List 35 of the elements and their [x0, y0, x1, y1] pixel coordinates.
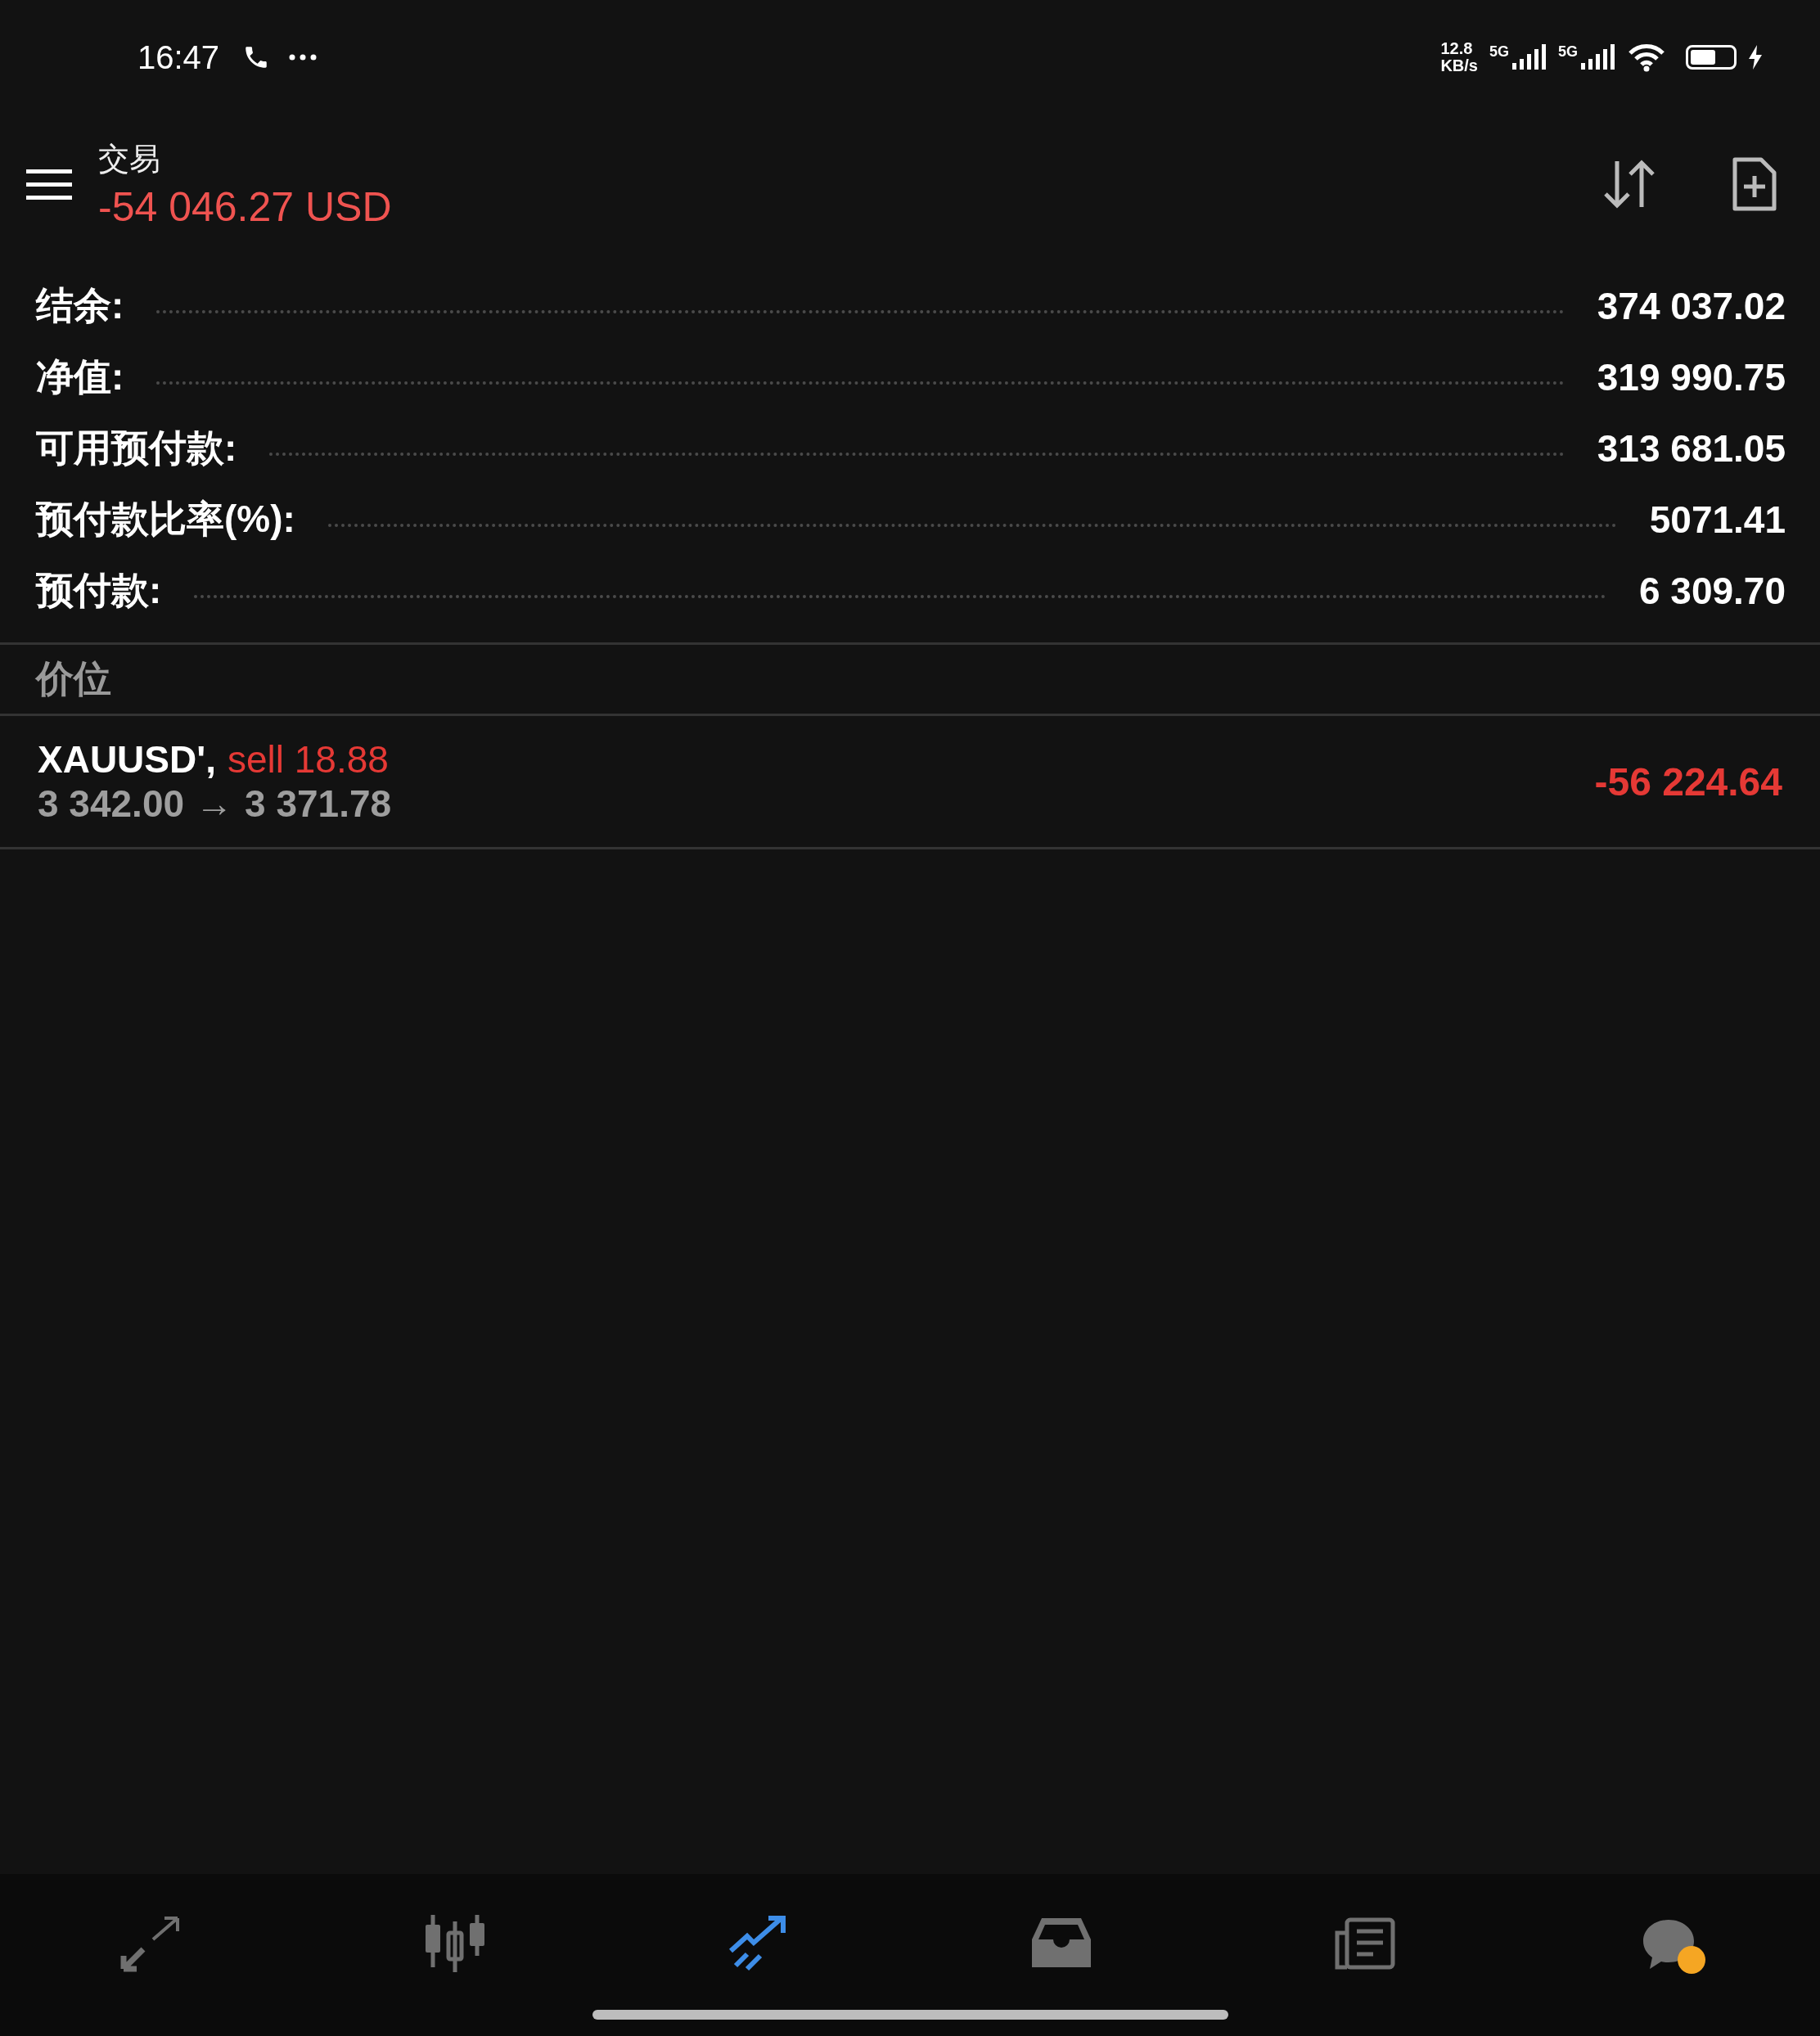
- more-icon: [288, 53, 318, 61]
- summary-value: 374 037.02: [1597, 283, 1786, 328]
- speed-unit: KB/s: [1440, 57, 1478, 74]
- network-type: 5G: [1489, 43, 1509, 61]
- position-side: sell 18.88: [227, 737, 389, 782]
- summary-label: 净值:: [36, 354, 124, 399]
- signal-icon: [1511, 43, 1547, 71]
- new-order-icon[interactable]: [1732, 156, 1777, 212]
- open-price: 3 342.00: [38, 782, 185, 826]
- summary-value: 6 309.70: [1638, 568, 1786, 613]
- section-title: 价位: [36, 656, 111, 701]
- summary-label: 可用预付款:: [36, 425, 237, 471]
- summary-value: 5071.41: [1649, 497, 1786, 542]
- summary-value: 313 681.05: [1597, 426, 1786, 471]
- speed-value: 12.8: [1440, 40, 1474, 57]
- wifi-icon: [1627, 42, 1666, 73]
- summary-label: 预付款比率(%):: [36, 496, 295, 542]
- network-type: 5G: [1558, 43, 1578, 61]
- menu-icon[interactable]: [26, 168, 72, 200]
- position-profit: -56 224.64: [1594, 759, 1782, 804]
- signal-icon: [1579, 43, 1615, 71]
- screen-title: 交易: [98, 140, 161, 178]
- current-price: 3 371.78: [245, 782, 392, 826]
- total-profit: -54 046.27 USD: [98, 182, 393, 231]
- notification-badge: [1677, 1946, 1705, 1974]
- news-icon[interactable]: [1334, 1917, 1396, 1971]
- candlestick-icon[interactable]: [423, 1913, 487, 1974]
- battery-icon: [1686, 45, 1737, 70]
- summary-value: 319 990.75: [1597, 354, 1786, 399]
- summary-label: 预付款:: [36, 567, 162, 613]
- clock-time: 16:47: [137, 38, 220, 76]
- position-row[interactable]: XAUUSD', sell 18.88 3 342.00 → 3 371.78 -56 224.64: [0, 716, 1820, 849]
- position-symbol: XAUUSD',: [38, 737, 216, 782]
- price-arrow: →: [196, 782, 234, 826]
- summary-label: 结余:: [36, 282, 124, 328]
